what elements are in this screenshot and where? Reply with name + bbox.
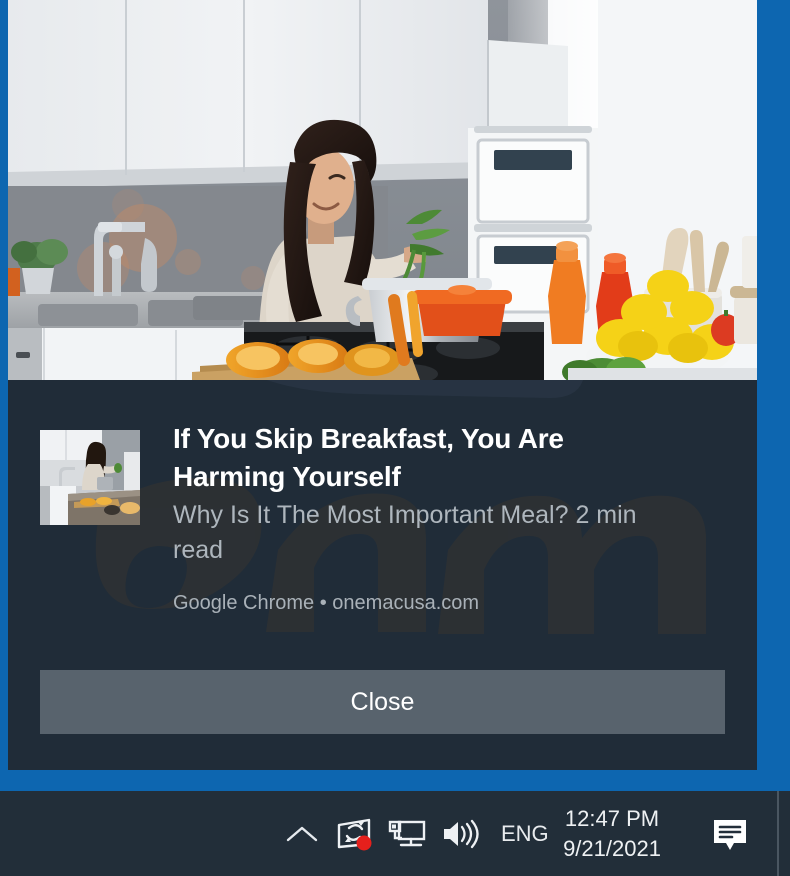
system-tray: ENG [275,791,563,876]
toast-notification[interactable]: If You Skip Breakfast, You Are Harming Y… [8,0,757,770]
clock[interactable]: 12:47 PM 9/21/2021 [552,791,672,876]
action-center-icon[interactable] [700,791,760,876]
toast-text-column: If You Skip Breakfast, You Are Harming Y… [173,420,733,616]
taskbar: ENG 12:47 PM 9/21/2021 [0,791,790,876]
network-monitor-icon[interactable] [381,791,433,876]
toast-subtitle: Why Is It The Most Important Meal? 2 min… [173,501,637,564]
toast-body: If You Skip Breakfast, You Are Harming Y… [8,380,757,770]
close-button[interactable]: Close [40,670,725,734]
show-desktop-button[interactable] [777,791,790,876]
article-thumbnail[interactable] [40,430,140,525]
hero-image[interactable] [8,0,757,380]
volume-speaker-icon[interactable] [433,791,487,876]
onedrive-sync-icon[interactable] [329,791,381,876]
desktop-accent-strip [0,770,790,791]
toast-source: Google Chrome • onemacusa.com [173,592,480,614]
clock-date: 9/21/2021 [563,835,661,861]
clock-time: 12:47 PM [564,805,660,831]
show-hidden-icons-chevron-icon[interactable] [275,791,329,876]
toast-title: If You Skip Breakfast, You Are Harming Y… [173,423,564,492]
